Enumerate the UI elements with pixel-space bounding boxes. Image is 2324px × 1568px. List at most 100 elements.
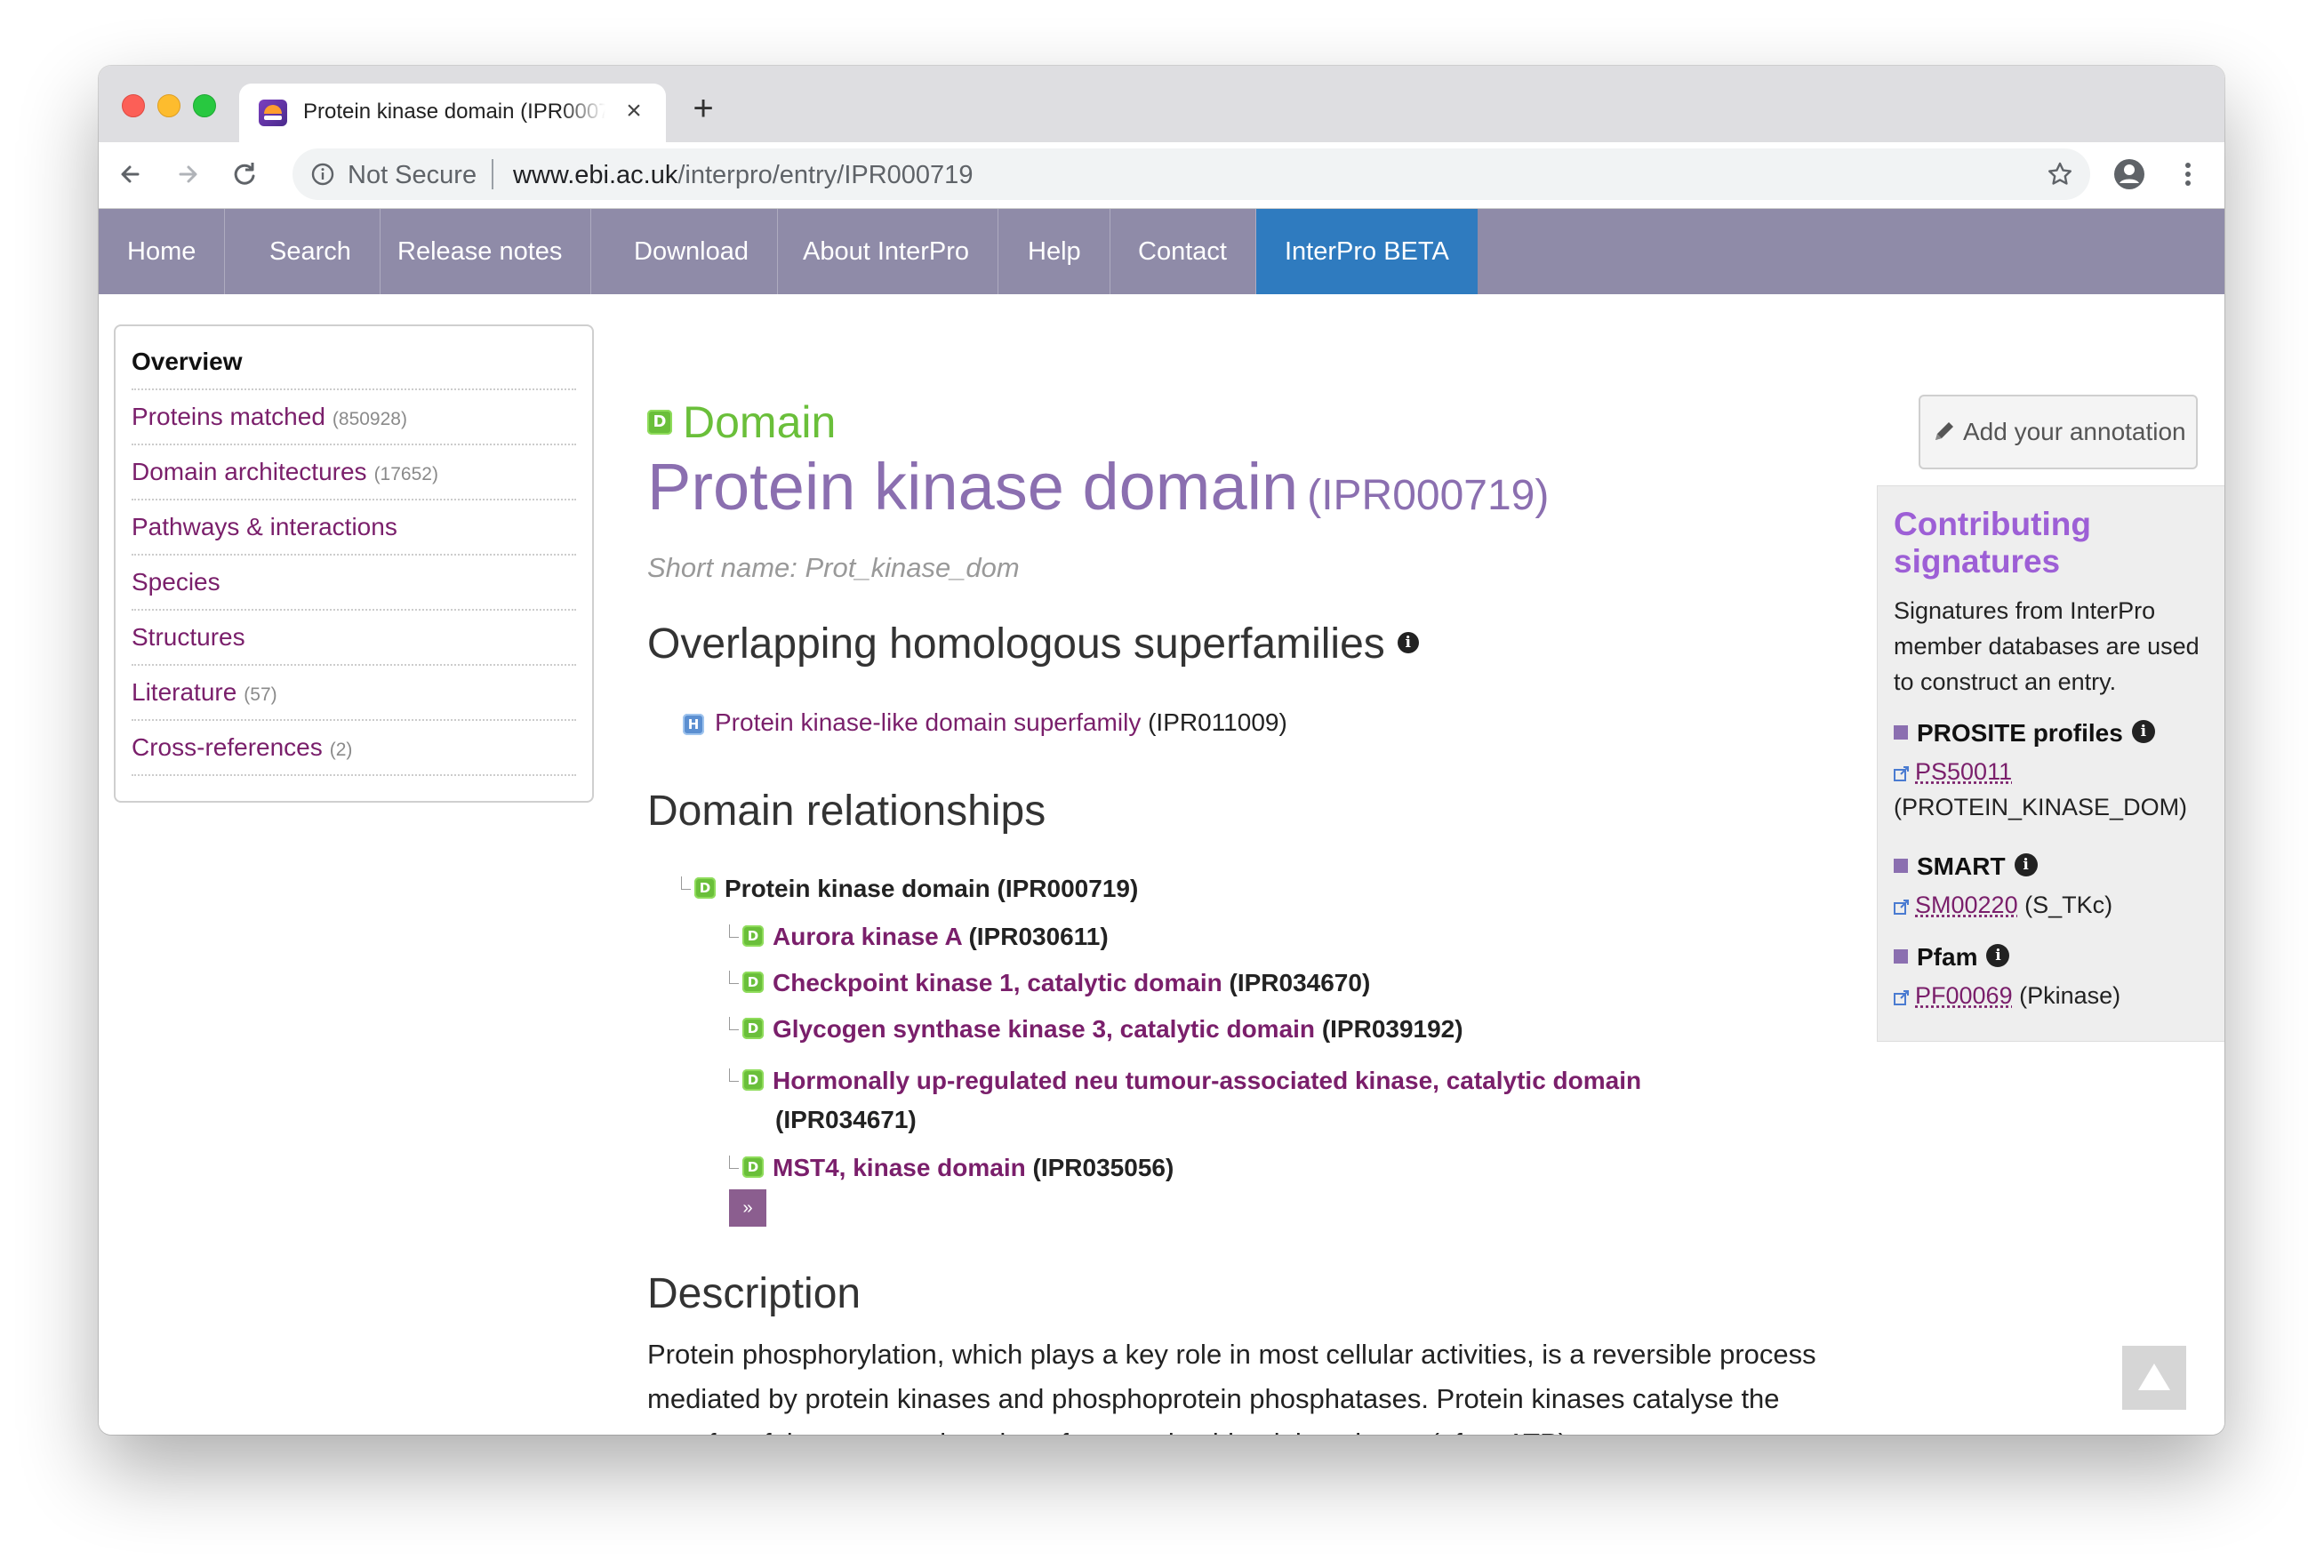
browser-menu-icon[interactable]: [2177, 155, 2199, 194]
sidebar-item-species[interactable]: Species: [132, 556, 576, 611]
sidebar-item-literature[interactable]: Literature (57): [132, 666, 576, 721]
nav-release-notes[interactable]: Release notes: [369, 209, 592, 294]
info-icon[interactable]: i: [1397, 632, 1419, 654]
reload-icon[interactable]: [225, 155, 264, 194]
signature-link[interactable]: PS50011: [1894, 758, 2012, 786]
tree-child-link[interactable]: Hormonally up-regulated neu tumour-assoc…: [773, 1067, 1641, 1094]
superfamily-name[interactable]: Protein kinase-like domain superfamily: [715, 708, 1141, 736]
tree-child-accession: (IPR030611): [968, 923, 1109, 950]
sidebar-item-proteins[interactable]: Proteins matched (850928): [132, 390, 576, 445]
signature-name: (PROTEIN_KINASE_DOM): [1894, 794, 2188, 820]
title-bar: Protein kinase domain (IPR000719) × +: [99, 66, 2224, 142]
tree-connector: [681, 876, 691, 890]
browser-window: Protein kinase domain (IPR000719) × + No…: [99, 66, 2224, 1435]
tree-child[interactable]: D MST4, kinase domain (IPR035056): [729, 1154, 1174, 1182]
tree-child-accession: (IPR034670): [1229, 969, 1371, 996]
address-divider: [492, 159, 493, 189]
tree-connector: [729, 924, 739, 938]
nav-home[interactable]: Home: [99, 209, 226, 294]
domain-badge-icon: D: [742, 1068, 764, 1091]
page-title: Protein kinase domain (IPR000719): [647, 449, 1549, 524]
sidebar-item-label: Domain architectures: [132, 458, 367, 485]
close-window-button[interactable]: [122, 94, 145, 117]
entry-accession: (IPR000719): [1307, 472, 1550, 519]
add-annotation-button[interactable]: Add your annotation: [1919, 395, 2198, 469]
sidebar-item-count: (2): [329, 740, 353, 760]
profile-avatar-icon[interactable]: [2110, 155, 2149, 194]
contributing-signatures-panel: Contributing signatures Signatures from …: [1877, 485, 2224, 1042]
bookmark-star-icon[interactable]: [2046, 160, 2074, 188]
superfamily-link[interactable]: H Protein kinase-like domain superfamily …: [683, 708, 1287, 737]
expand-tree-button[interactable]: »: [729, 1189, 766, 1227]
sidebar-item-label: Literature: [132, 678, 237, 706]
forward-arrow-icon[interactable]: [168, 155, 207, 194]
entry-name: Protein kinase domain: [647, 450, 1299, 524]
sidebar-item-cross-references[interactable]: Cross-references (2): [132, 721, 576, 776]
tree-root-accession: (IPR000719): [997, 875, 1139, 902]
entry-sidebar: Overview Proteins matched (850928) Domain…: [114, 324, 594, 803]
page-content: Home Search Release notes Download About…: [99, 209, 2224, 1435]
entry-main: D Domain Protein kinase domain (IPR000719)…: [647, 209, 1910, 1435]
tree-child-accession: (IPR039192): [1321, 1015, 1463, 1043]
signature-link[interactable]: SM00220 (S_TKc): [1894, 892, 2112, 919]
entry-type: D Domain: [647, 396, 836, 448]
url-text[interactable]: www.ebi.ac.uk/interpro/entry/IPR000719: [513, 161, 973, 190]
sidebar-item-overview[interactable]: Overview: [132, 335, 576, 390]
interpro-favicon-icon: [259, 100, 287, 126]
maximize-window-button[interactable]: [193, 94, 216, 117]
external-link-icon: [1894, 990, 1909, 1005]
address-bar[interactable]: Not Secure www.ebi.ac.uk/interpro/entry/…: [293, 148, 2090, 200]
tree-child-link[interactable]: Aurora kinase A: [773, 923, 962, 950]
tree-child-link[interactable]: Glycogen synthase kinase 3, catalytic do…: [773, 1015, 1315, 1043]
domain-badge-icon: D: [742, 924, 764, 947]
db-square-icon: [1894, 859, 1908, 873]
info-icon[interactable]: [310, 162, 335, 187]
tab-close-icon[interactable]: ×: [620, 96, 648, 126]
tree-root-name: Protein kinase domain: [725, 875, 990, 902]
tree-child-link[interactable]: Checkpoint kinase 1, catalytic domain: [773, 969, 1222, 996]
tab-title: Protein kinase domain (IPR000719): [303, 100, 605, 124]
domain-badge-icon: D: [694, 876, 716, 899]
tree-connector: [729, 1017, 739, 1030]
description-heading: Description: [647, 1270, 861, 1317]
overlapping-superfamilies-heading: Overlapping homologous superfamilies i: [647, 620, 1419, 668]
sidebar-item-count: (57): [244, 684, 277, 705]
external-link-icon: [1894, 900, 1909, 915]
info-icon[interactable]: i: [1986, 943, 2010, 967]
signature-id[interactable]: PS50011: [1915, 758, 2012, 785]
url-path: /interpro/entry/IPR000719: [677, 161, 974, 189]
signature-id[interactable]: PF00069: [1915, 982, 2013, 1009]
sidebar-item-label: Pathways & interactions: [132, 513, 397, 540]
sidebar-item-domain-architectures[interactable]: Domain architectures (17652): [132, 445, 576, 500]
tree-child[interactable]: D Checkpoint kinase 1, catalytic domain (…: [729, 969, 1370, 997]
nav-search[interactable]: Search: [241, 209, 381, 294]
homologous-superfamily-badge-icon: H: [683, 713, 704, 735]
tree-child[interactable]: D Aurora kinase A (IPR030611): [729, 923, 1109, 951]
tree-child-link[interactable]: MST4, kinase domain: [773, 1154, 1026, 1181]
info-icon[interactable]: i: [2131, 719, 2155, 743]
sidebar-item-pathways[interactable]: Pathways & interactions: [132, 500, 576, 556]
tree-child[interactable]: D Hormonally up-regulated neu tumour-asso…: [729, 1061, 1716, 1140]
sidebar-item-label: Structures: [132, 623, 245, 651]
signature-db-name: PROSITE profiles: [1917, 719, 2123, 747]
signature-link[interactable]: PF00069 (Pkinase): [1894, 982, 2120, 1010]
minimize-window-button[interactable]: [157, 94, 180, 117]
security-label: Not Secure: [348, 161, 477, 189]
signature-id[interactable]: SM00220: [1915, 892, 2018, 918]
info-icon[interactable]: i: [2014, 852, 2038, 876]
scroll-to-top-button[interactable]: [2122, 1346, 2186, 1410]
signature-db-name: SMART: [1917, 852, 2006, 880]
heading-text: Overlapping homologous superfamilies: [647, 620, 1385, 668]
tree-child[interactable]: D Glycogen synthase kinase 3, catalytic d…: [729, 1015, 1463, 1044]
tree-connector: [729, 1068, 739, 1082]
superfamily-accession: (IPR011009): [1148, 708, 1287, 736]
tree-child-accession: (IPR035056): [1032, 1154, 1174, 1181]
entry-short-name: Short name: Prot_kinase_dom: [647, 552, 1020, 583]
new-tab-icon[interactable]: +: [685, 91, 721, 126]
sidebar-item-structures[interactable]: Structures: [132, 611, 576, 666]
signature-db-heading: Pfam i: [1894, 943, 2010, 972]
sidebar-item-label: Overview: [132, 348, 243, 375]
back-arrow-icon[interactable]: [111, 155, 150, 194]
browser-tab[interactable]: Protein kinase domain (IPR000719) ×: [239, 84, 666, 142]
signature-name: (S_TKc): [2024, 892, 2113, 918]
